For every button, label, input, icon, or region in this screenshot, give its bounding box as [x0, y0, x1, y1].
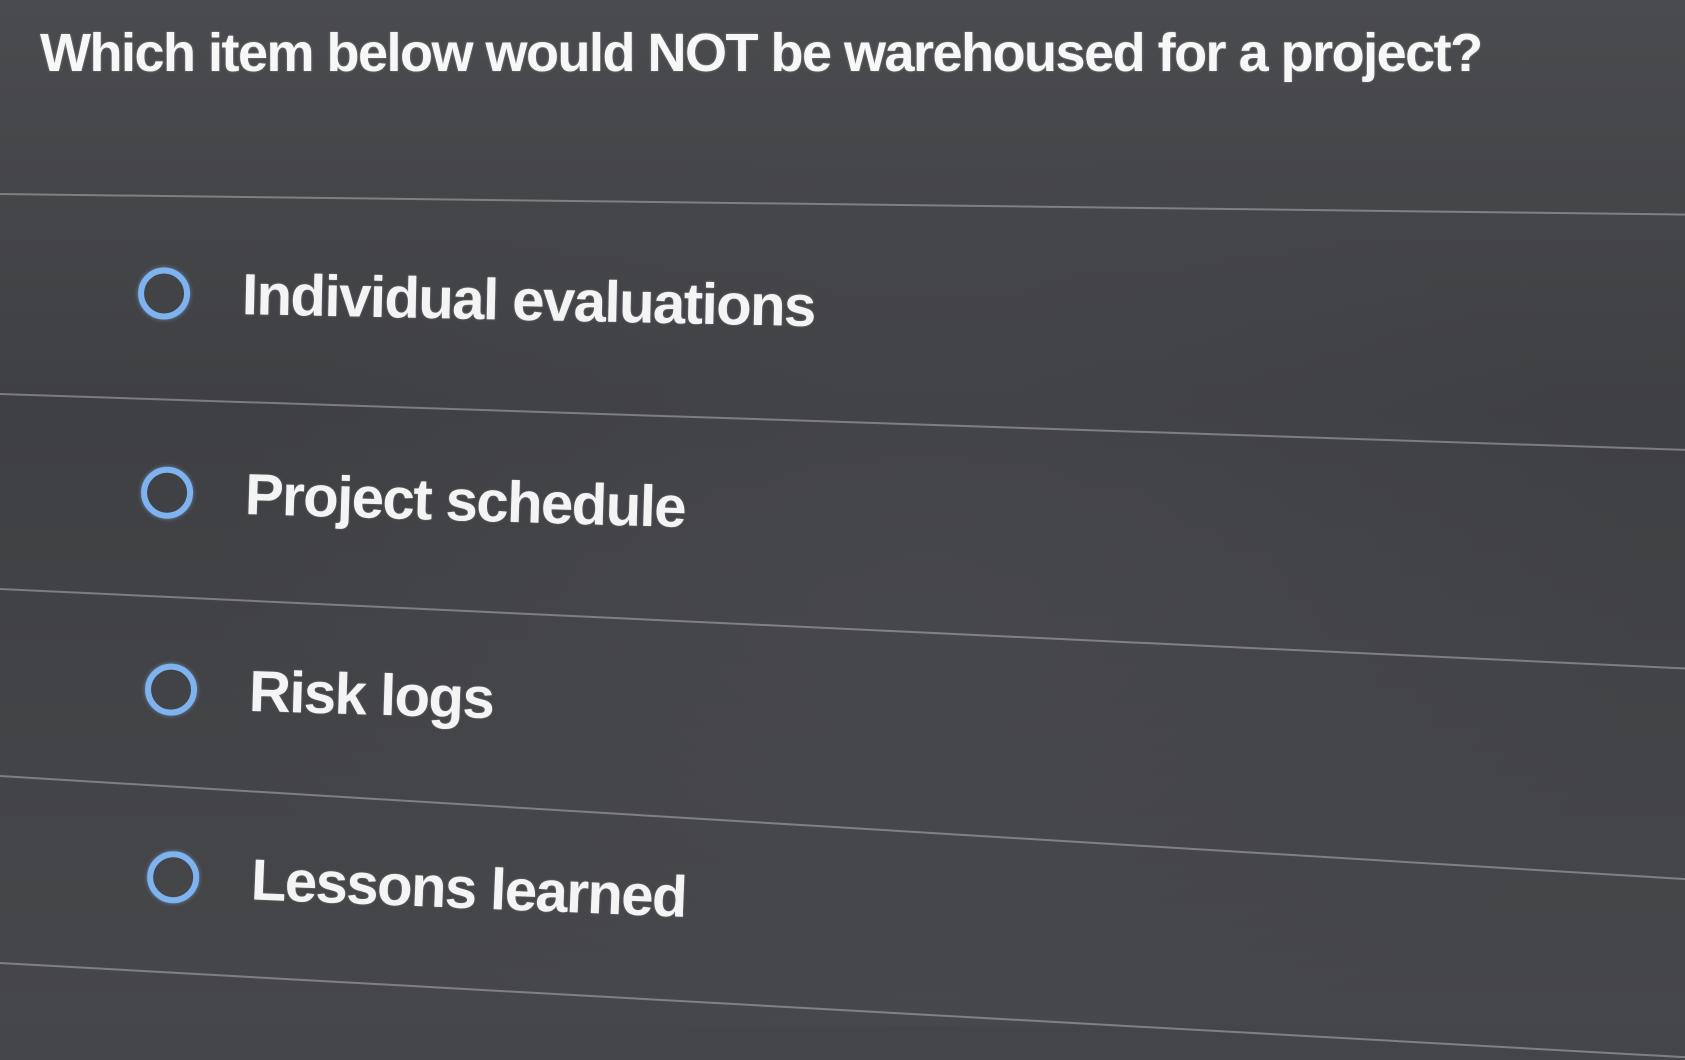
- answer-option-label[interactable]: Lessons learned: [250, 846, 688, 930]
- quiz-screen: Which item below would NOT be warehoused…: [0, 0, 1685, 1060]
- divider: [0, 962, 1685, 1060]
- answer-option-label[interactable]: Risk logs: [248, 658, 494, 732]
- answer-option-lessons-learned[interactable]: Lessons learned: [146, 842, 688, 931]
- divider: [0, 193, 1685, 217]
- question-text: Which item below would NOT be warehoused…: [40, 23, 1483, 83]
- radio-button-icon[interactable]: [140, 465, 194, 519]
- radio-button-icon[interactable]: [137, 266, 191, 320]
- answer-option-risk-logs[interactable]: Risk logs: [144, 655, 494, 732]
- answer-option-individual-evaluations[interactable]: Individual evaluations: [137, 259, 816, 340]
- answer-option-label[interactable]: Project schedule: [244, 461, 686, 541]
- radio-button-icon[interactable]: [144, 662, 198, 716]
- answer-option-label[interactable]: Individual evaluations: [241, 261, 815, 340]
- radio-button-icon[interactable]: [146, 849, 201, 904]
- answer-option-project-schedule[interactable]: Project schedule: [140, 458, 686, 541]
- divider: [0, 393, 1685, 453]
